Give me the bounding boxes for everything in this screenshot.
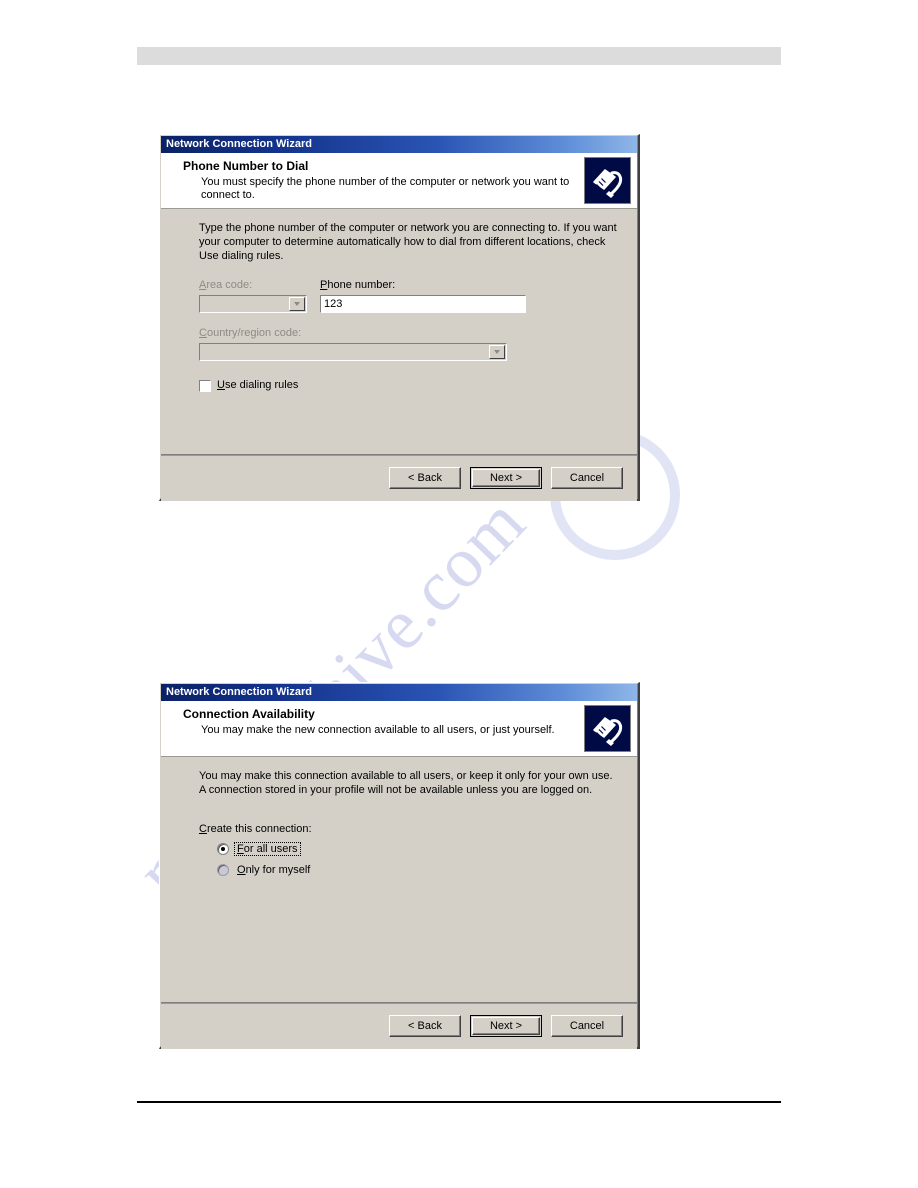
- create-connection-radio-group: Create this connection: For all users On…: [199, 823, 615, 876]
- page-subtitle: You may make the new connection availabl…: [201, 724, 555, 736]
- use-dialing-rules-checkbox[interactable]: [199, 379, 211, 392]
- wizard-header: Connection Availability You may make the…: [161, 701, 637, 757]
- next-button[interactable]: Next >: [470, 1015, 542, 1037]
- radio-only-for-myself[interactable]: [217, 864, 229, 876]
- wizard-body: Type the phone number of the computer or…: [161, 209, 637, 454]
- page-title: Connection Availability: [183, 707, 315, 721]
- area-code-label: Area code:: [199, 279, 253, 291]
- next-button[interactable]: Next >: [470, 467, 542, 489]
- titlebar: Network Connection Wizard: [161, 684, 637, 701]
- page-subtitle: You must specify the phone number of the…: [201, 176, 570, 201]
- wizard-body: You may make this connection available t…: [161, 757, 637, 1002]
- wizard-footer: < Back Next > Cancel: [161, 454, 637, 501]
- use-dialing-rules-label: Use dialing rules: [217, 379, 299, 391]
- area-code-group: Area code:: [199, 279, 307, 313]
- page-footer-rule: [137, 1101, 781, 1103]
- titlebar-title: Network Connection Wizard: [166, 686, 312, 698]
- page-header-band: [137, 47, 781, 65]
- body-instructions: You may make this connection available t…: [199, 770, 613, 796]
- titlebar: Network Connection Wizard: [161, 136, 637, 153]
- create-connection-caption: Create this connection:: [199, 823, 312, 835]
- cancel-button[interactable]: Cancel: [551, 1015, 623, 1037]
- back-button[interactable]: < Back: [389, 1015, 461, 1037]
- chevron-down-icon[interactable]: [289, 297, 305, 311]
- phone-number-label: Phone number:: [320, 279, 396, 291]
- body-instructions: Type the phone number of the computer or…: [199, 222, 617, 262]
- radio-label-only-for-myself: Only for myself: [237, 864, 311, 876]
- wizard-header: Phone Number to Dial You must specify th…: [161, 153, 637, 209]
- radio-option-for-all-users[interactable]: For all users: [217, 842, 615, 856]
- network-jack-icon: [584, 157, 631, 204]
- country-code-label: Country/region code:: [199, 327, 302, 339]
- network-jack-icon: [584, 705, 631, 752]
- wizard-footer: < Back Next > Cancel: [161, 1002, 637, 1049]
- country-code-group: Country/region code:: [199, 327, 507, 361]
- phone-fields-row: Area code: Phone number: 123: [199, 279, 615, 313]
- page-title: Phone Number to Dial: [183, 159, 309, 173]
- phone-number-group: Phone number: 123: [320, 279, 526, 313]
- use-dialing-rules-row[interactable]: Use dialing rules: [199, 379, 615, 392]
- radio-option-only-for-myself[interactable]: Only for myself: [217, 864, 615, 876]
- radio-for-all-users[interactable]: [217, 843, 229, 855]
- wizard-dialog-phone-number: Network Connection Wizard Phone Number t…: [159, 134, 640, 501]
- radio-label-for-all-users: For all users: [234, 842, 301, 856]
- wizard-dialog-connection-availability: Network Connection Wizard Connection Ava…: [159, 682, 640, 1049]
- country-code-combobox[interactable]: [199, 343, 507, 361]
- cancel-button[interactable]: Cancel: [551, 467, 623, 489]
- area-code-combobox[interactable]: [199, 295, 307, 313]
- back-button[interactable]: < Back: [389, 467, 461, 489]
- titlebar-title: Network Connection Wizard: [166, 138, 312, 150]
- chevron-down-icon[interactable]: [489, 345, 505, 359]
- phone-number-input[interactable]: 123: [320, 295, 526, 313]
